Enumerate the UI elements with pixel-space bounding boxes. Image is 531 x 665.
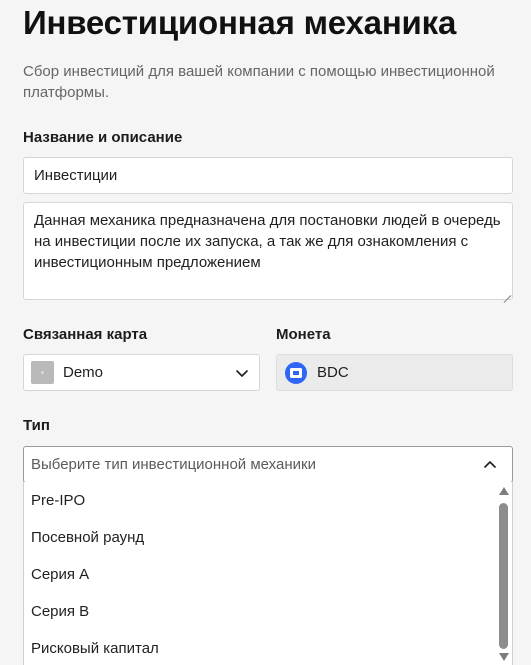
name-description-label: Название и описание <box>23 129 183 146</box>
coin-value: BDC <box>317 364 349 381</box>
type-label: Тип <box>23 417 50 434</box>
description-textarea[interactable]: Данная механика предназначена для постан… <box>23 202 513 300</box>
name-input[interactable] <box>23 157 513 194</box>
investment-type-placeholder: Выберите тип инвестиционной механики <box>31 456 316 473</box>
chevron-up-icon <box>484 460 496 468</box>
chevron-down-icon <box>236 369 248 377</box>
investment-mechanics-form: Инвестиционная механика Сбор инвестиций … <box>0 0 531 665</box>
linked-map-value: Demo <box>63 364 104 381</box>
coin-label: Монета <box>276 326 331 343</box>
option-series-b[interactable]: Серия B <box>24 593 494 630</box>
investment-type-dropdown: Pre-IPO Посевной раунд Серия A Серия B Р… <box>23 482 513 665</box>
linked-map-label: Связанная карта <box>23 326 148 343</box>
page-title: Инвестиционная механика <box>23 4 457 41</box>
scrollbar-thumb[interactable] <box>499 503 508 649</box>
map-thumbnail-icon <box>31 361 54 384</box>
coin-logo-icon <box>285 361 307 384</box>
linked-map-select[interactable]: Demo <box>23 354 260 391</box>
option-seed-round[interactable]: Посевной раунд <box>24 519 494 556</box>
page-subtitle: Сбор инвестиций для вашей компании с пом… <box>23 63 495 101</box>
textarea-resize-handle[interactable] <box>500 286 512 298</box>
option-pre-ipo[interactable]: Pre-IPO <box>24 482 494 519</box>
scroll-up-icon[interactable] <box>499 487 509 495</box>
option-venture-capital[interactable]: Рисковый капитал <box>24 630 494 665</box>
coin-field: BDC <box>276 354 513 391</box>
scroll-down-icon[interactable] <box>499 653 509 661</box>
investment-type-select[interactable]: Выберите тип инвестиционной механики <box>23 446 513 483</box>
dropdown-scrollbar[interactable] <box>495 482 512 665</box>
dropdown-options-list: Pre-IPO Посевной раунд Серия A Серия B Р… <box>24 482 494 665</box>
option-series-a[interactable]: Серия A <box>24 556 494 593</box>
